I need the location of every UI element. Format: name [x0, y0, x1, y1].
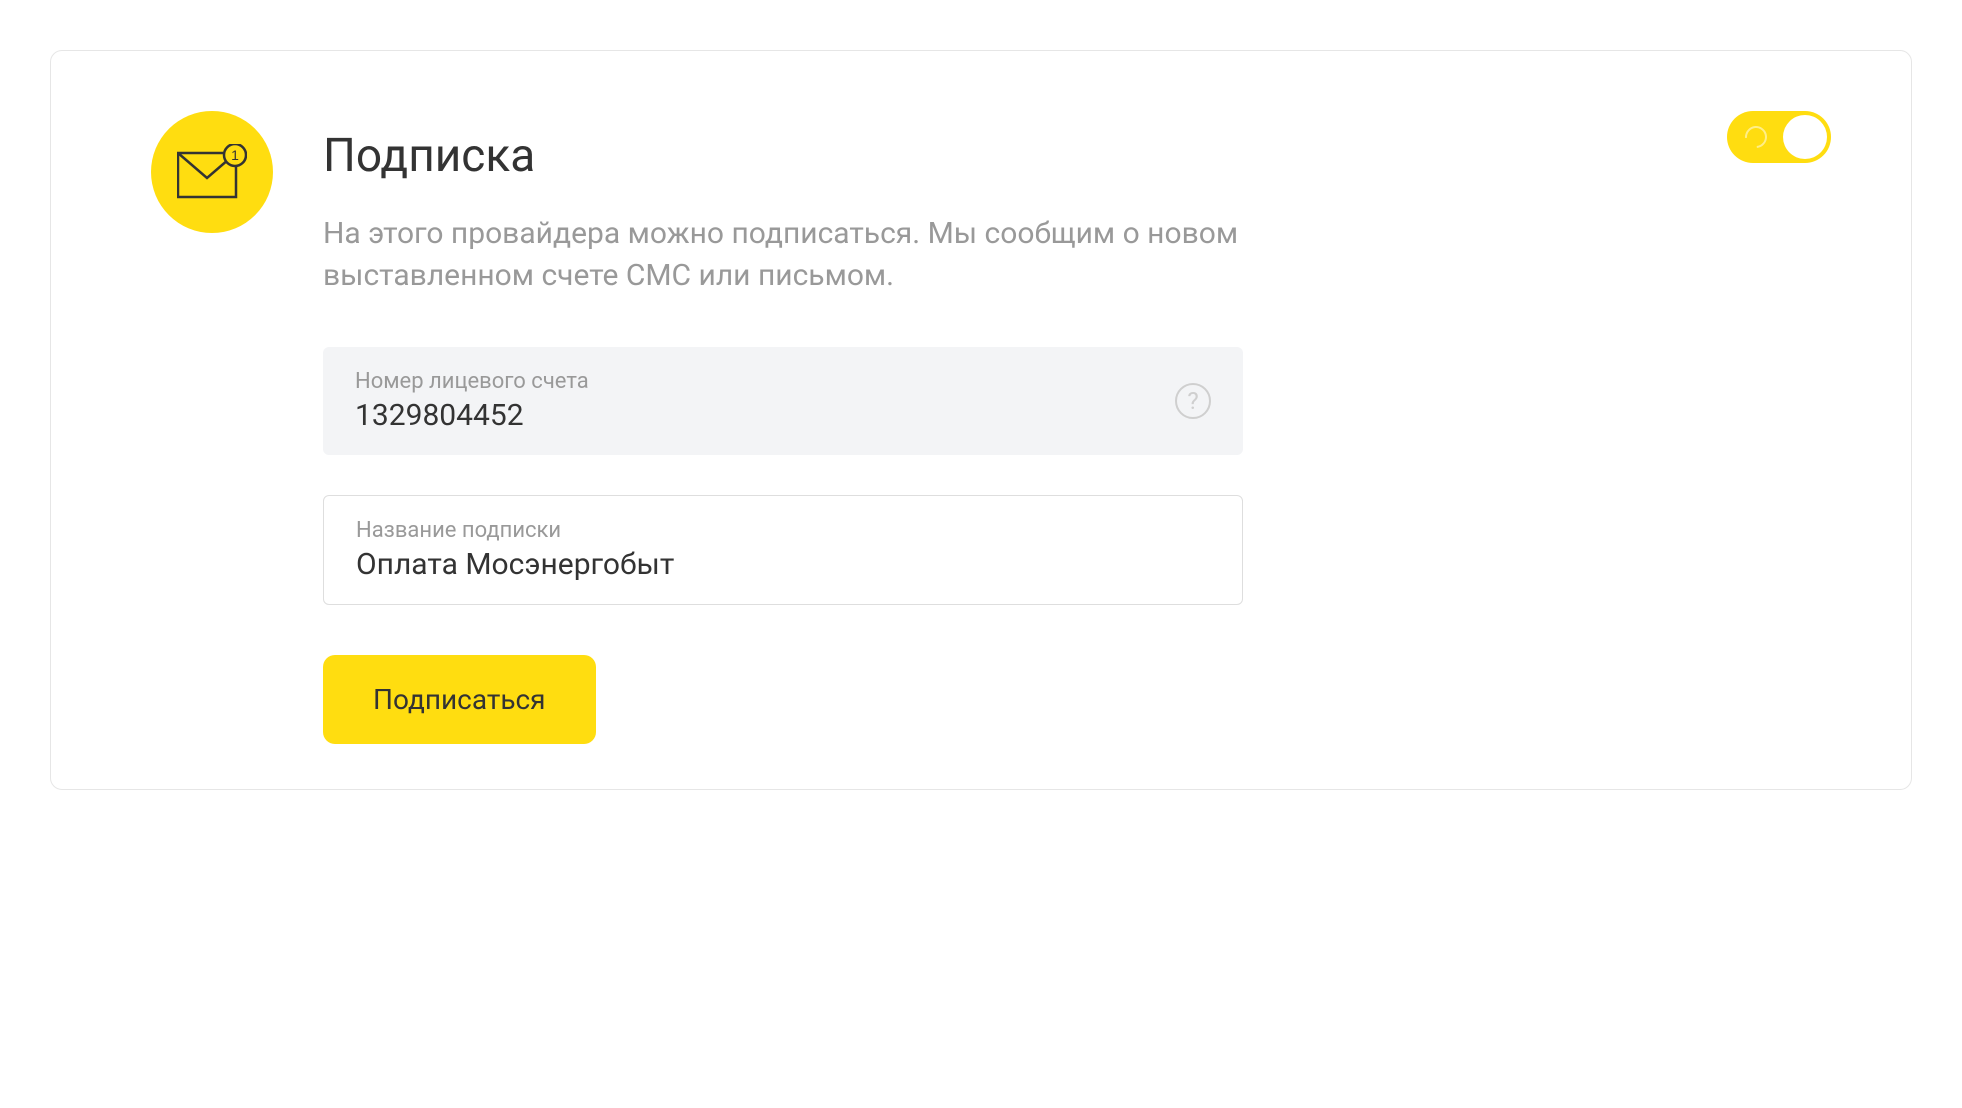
subscription-name-input[interactable]: [356, 547, 1210, 582]
card-description: На этого провайдера можно подписаться. М…: [323, 213, 1243, 297]
account-label: Номер лицевого счета: [355, 369, 589, 394]
icon-column: 1: [151, 111, 273, 719]
subscription-name-label: Название подписки: [356, 518, 1210, 543]
svg-text:1: 1: [231, 147, 239, 163]
account-value: 1329804452: [355, 398, 589, 433]
card-title: Подписка: [323, 129, 1243, 183]
subscription-name-field[interactable]: Название подписки: [323, 495, 1243, 605]
spinner-icon: [1741, 122, 1772, 153]
subscribe-button[interactable]: Подписаться: [323, 655, 596, 744]
toggle-knob: [1783, 115, 1827, 159]
help-icon[interactable]: ?: [1175, 383, 1211, 419]
account-number-field: Номер лицевого счета 1329804452 ?: [323, 347, 1243, 455]
subscription-card: 1 Подписка На этого провайдера можно под…: [50, 50, 1912, 790]
mail-notification-icon: 1: [151, 111, 273, 233]
content-column: Подписка На этого провайдера можно подпи…: [323, 111, 1243, 719]
subscription-toggle[interactable]: [1727, 111, 1831, 163]
